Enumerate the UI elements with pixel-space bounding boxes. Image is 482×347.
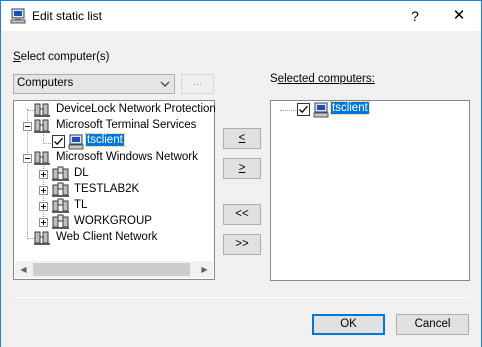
tree-node-label: Web Client Network <box>56 231 158 243</box>
help-button[interactable]: ? <box>398 1 432 31</box>
browse-button[interactable]: ... <box>181 74 214 94</box>
select-computers-label: Select computer(s) <box>13 51 110 63</box>
tree-node-label: DL <box>74 167 89 179</box>
checkmark-icon <box>54 137 63 146</box>
network-icon <box>34 231 50 245</box>
expand-icon[interactable] <box>39 218 48 227</box>
domain-icon <box>52 166 69 181</box>
tree-node-tsclient[interactable]: tsclient <box>52 133 152 150</box>
tree-node-label: tsclient <box>330 101 370 115</box>
tree-node-label: DeviceLock Network Protection <box>56 103 216 115</box>
footer-separator <box>13 297 469 298</box>
tree-node-label: TL <box>74 199 88 211</box>
cancel-button[interactable]: Cancel <box>396 314 469 335</box>
source-combo[interactable]: Computers <box>13 74 175 94</box>
source-combo-value: Computers <box>17 77 74 89</box>
remove-all-button[interactable]: >> <box>223 234 261 255</box>
add-button[interactable]: < <box>223 128 261 149</box>
expand-icon[interactable] <box>39 170 48 179</box>
expand-icon[interactable] <box>39 186 48 195</box>
collapse-icon[interactable] <box>23 154 32 163</box>
tree-node-devicelock[interactable]: DeviceLock Network Protection <box>34 102 216 118</box>
network-icon <box>34 119 50 133</box>
tree-node-label: tsclient <box>85 133 125 147</box>
app-computer-icon <box>10 8 26 24</box>
network-icon <box>34 103 50 117</box>
window-title: Edit static list <box>32 9 103 23</box>
domain-icon <box>52 214 69 229</box>
scroll-right-icon[interactable]: ▶ <box>196 261 213 278</box>
tree-node-terminal-services[interactable]: Microsoft Terminal Services <box>34 118 214 134</box>
title-bar: Edit static list ? ✕ <box>1 1 481 31</box>
collapse-icon[interactable] <box>23 122 32 131</box>
domain-icon <box>52 198 69 213</box>
dialog-body: Select computer(s) Computers ... Selecte… <box>1 31 481 347</box>
tsclient-checkbox[interactable] <box>52 135 65 148</box>
tree-node-dl[interactable]: DL <box>52 166 202 182</box>
selected-computers-tree[interactable]: tsclient <box>270 100 470 281</box>
tree-node-label: WORKGROUP <box>74 215 152 227</box>
available-computers-tree[interactable]: DeviceLock Network Protection Microsoft … <box>13 100 216 280</box>
computer-icon <box>68 134 84 150</box>
horizontal-scrollbar[interactable]: ◀ ▶ <box>15 261 213 278</box>
tree-node-web-client[interactable]: Web Client Network <box>34 230 214 246</box>
domain-icon <box>52 182 69 197</box>
chevron-down-icon <box>160 81 170 87</box>
tree-node-label: Microsoft Terminal Services <box>56 119 197 131</box>
add-all-button[interactable]: << <box>223 204 261 225</box>
ok-button[interactable]: OK <box>312 314 385 335</box>
checkmark-icon <box>299 105 308 114</box>
tree-node-workgroup[interactable]: WORKGROUP <box>52 214 202 230</box>
tree-node-windows-network[interactable]: Microsoft Windows Network <box>34 150 214 166</box>
edit-static-list-dialog: Edit static list ? ✕ Select computer(s) … <box>0 0 482 347</box>
close-button[interactable]: ✕ <box>442 1 476 31</box>
tree-node-testlab2k[interactable]: TESTLAB2K <box>52 182 202 198</box>
selected-node-tsclient[interactable]: tsclient <box>297 101 417 118</box>
network-icon <box>34 151 50 165</box>
expand-icon[interactable] <box>39 202 48 211</box>
tree-node-tl[interactable]: TL <box>52 198 202 214</box>
remove-button[interactable]: > <box>223 158 261 179</box>
tree-connector <box>43 143 51 144</box>
computer-icon <box>313 102 329 118</box>
tree-node-label: Microsoft Windows Network <box>56 151 198 163</box>
tree-node-label: TESTLAB2K <box>74 183 140 195</box>
scroll-left-icon[interactable]: ◀ <box>15 261 32 278</box>
selected-computers-label: Selected computers: <box>270 73 375 85</box>
selected-tsclient-checkbox[interactable] <box>297 103 310 116</box>
scrollbar-thumb[interactable] <box>33 263 190 276</box>
